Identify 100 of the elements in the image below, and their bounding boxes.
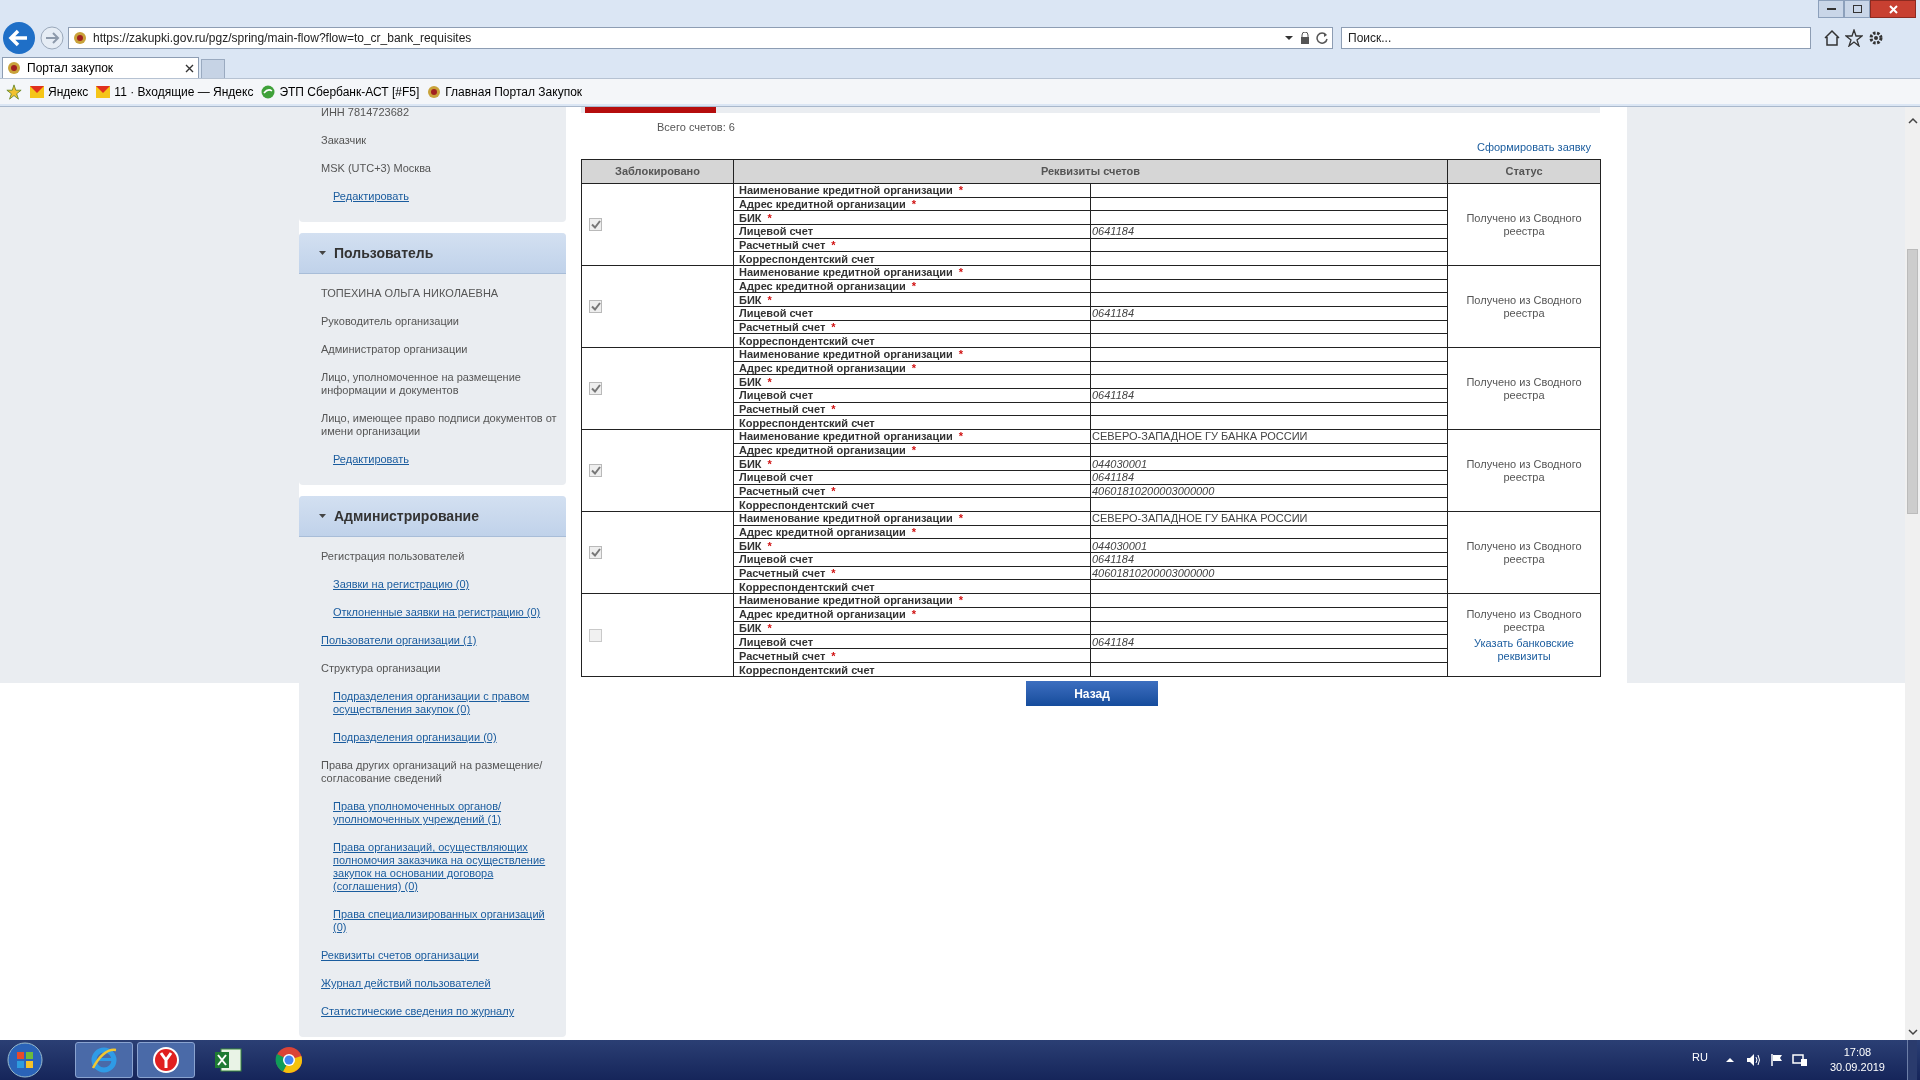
sidebar-link[interactable]: Реквизиты счетов организации — [321, 949, 479, 962]
emblem-icon — [427, 84, 442, 99]
favorites-star-icon[interactable] — [6, 83, 22, 100]
chrome-icon[interactable] — [275, 1046, 303, 1074]
field-label: Адрес кредитной организации — [739, 526, 906, 538]
sidebar-link[interactable]: Права организаций, осуществляющих полномочия заказчика на осуществление закупок на основании договора (соглашения) (0) — [333, 841, 560, 893]
sidebar-label: Лицо, имеющее право подписи документов от имени организации — [321, 412, 558, 438]
column-header: Реквизиты счетов — [734, 160, 1448, 183]
required-mark: * — [767, 539, 772, 552]
sidebar-link[interactable]: Права специализированных организаций (0) — [333, 908, 560, 934]
speaker-icon[interactable] — [1745, 1053, 1762, 1067]
field-label: Расчетный счет — [739, 403, 826, 415]
required-mark: * — [767, 622, 772, 635]
refresh-icon[interactable] — [1316, 32, 1328, 44]
scrollbar[interactable] — [1905, 107, 1920, 1040]
taskbar-ie-button[interactable] — [75, 1042, 133, 1078]
dropdown-icon[interactable] — [1284, 35, 1294, 41]
close-icon — [1888, 4, 1898, 14]
lock-icon[interactable] — [1300, 32, 1310, 44]
field-label: Лицевой счет — [739, 307, 814, 320]
globe-icon — [261, 84, 276, 99]
status-text: Получено из Сводного реестра — [1465, 457, 1583, 484]
field-label: Лицевой счет — [739, 225, 814, 238]
close-button[interactable] — [1870, 0, 1916, 18]
specify-requisites-link[interactable]: Указать банковские реквизиты — [1469, 636, 1579, 663]
field-label: Корреспондентский счет — [739, 252, 875, 265]
field-value: 044030001 — [1092, 539, 1148, 552]
required-mark: * — [767, 211, 772, 224]
field-label: Лицевой счет — [739, 471, 814, 484]
minimize-button[interactable] — [1818, 0, 1844, 18]
taskbar-browser-button[interactable] — [137, 1042, 195, 1078]
tray-expand-icon[interactable] — [1725, 1057, 1734, 1063]
home-icon[interactable] — [1823, 29, 1841, 47]
form-request-link[interactable]: Сформировать заявку — [1477, 138, 1591, 155]
field-label: Наименование кредитной организации — [739, 594, 953, 607]
scroll-thumb[interactable] — [1907, 249, 1918, 514]
caret-icon[interactable] — [319, 513, 326, 519]
field-label: Корреспондентский счет — [739, 663, 875, 676]
field-label: Расчетный счет — [739, 321, 826, 333]
required-mark: * — [958, 348, 963, 361]
address-bar[interactable]: https://zakupki.gov.ru/pgz/spring/main-flow?flow=to_cr_bank_requisites — [68, 27, 1333, 49]
required-mark: * — [911, 526, 916, 538]
sidebar-label: Регистрация пользователей — [321, 550, 465, 563]
close-icon[interactable] — [185, 63, 194, 73]
sidebar-link[interactable]: Отклоненные заявки на регистрацию (0) — [333, 606, 541, 619]
browser-tab[interactable]: Портал закупок — [2, 57, 199, 78]
flag-icon[interactable] — [1769, 1053, 1784, 1067]
back-icon[interactable] — [2, 21, 36, 55]
field-label: Наименование кредитной организации — [739, 348, 953, 361]
sidebar-link[interactable]: Подразделения организации с правом осуществления закупок (0) — [333, 690, 560, 716]
favorite-link[interactable]: Яндекс — [48, 82, 89, 101]
field-value: 40601810200003000000 — [1092, 485, 1215, 497]
clock[interactable]: 17:08 30.09.2019 — [1829, 1045, 1885, 1075]
sidebar-link[interactable]: Подразделения организации (0) — [333, 731, 497, 744]
restore-button[interactable] — [1844, 0, 1870, 18]
favorite-link[interactable]: ЭТП Сбербанк-АСТ [#F5] — [279, 82, 420, 101]
star-icon[interactable] — [1845, 29, 1863, 47]
search-field[interactable]: Поиск... — [1341, 27, 1811, 49]
field-label: Корреспондентский счет — [739, 416, 875, 429]
required-mark: * — [767, 457, 772, 470]
back-button[interactable]: Назад — [1026, 681, 1158, 706]
required-mark: * — [831, 567, 836, 579]
field-label: БИК — [739, 293, 762, 306]
sidebar-label: MSK (UTC+3) Москва — [321, 162, 431, 175]
emblem-icon — [73, 31, 87, 45]
status-text: Получено из Сводного реестра — [1465, 607, 1583, 634]
letter-y-icon — [152, 1046, 180, 1074]
sidebar-link[interactable]: Журнал действий пользователей — [321, 977, 491, 990]
mail-icon — [30, 85, 44, 98]
required-mark: * — [958, 594, 963, 607]
scroll-up-icon[interactable] — [1907, 117, 1918, 124]
field-label: Лицевой счет — [739, 635, 814, 648]
sidebar-link[interactable]: Заявки на регистрацию (0) — [333, 578, 470, 591]
network-icon[interactable] — [1791, 1053, 1808, 1067]
sidebar-link[interactable]: Права уполномоченных органов/ уполномоченных учреждений (1) — [333, 800, 560, 826]
field-label: БИК — [739, 539, 762, 552]
scroll-down-icon[interactable] — [1907, 1029, 1918, 1036]
settings-icon[interactable] — [1867, 29, 1885, 47]
favorite-link[interactable]: 11 · Входящие — Яндекс — [114, 82, 254, 101]
language-indicator[interactable]: RU — [1692, 1048, 1708, 1066]
sidebar-link[interactable]: Редактировать — [333, 453, 409, 466]
total-count: Всего счетов: 6 — [657, 120, 735, 135]
field-value: 0641184 — [1092, 225, 1134, 238]
sidebar-label: Администратор организации — [321, 343, 468, 356]
spreadsheet-icon[interactable] — [213, 1046, 243, 1074]
field-label: Наименование кредитной организации — [739, 430, 953, 443]
field-label: Наименование кредитной организации — [739, 184, 953, 197]
sidebar-link[interactable]: Статистические сведения по журналу — [321, 1005, 515, 1018]
required-mark: * — [911, 362, 916, 374]
required-mark: * — [958, 184, 963, 197]
section-header[interactable]: Администрирование — [299, 496, 566, 537]
field-label: Корреспондентский счет — [739, 580, 875, 593]
caret-icon[interactable] — [319, 250, 326, 256]
section-header[interactable]: Пользователь — [299, 233, 566, 274]
favorite-link[interactable]: Главная Портал Закупок — [445, 82, 583, 101]
required-mark: * — [831, 403, 836, 415]
sidebar-link[interactable]: Редактировать — [333, 190, 409, 203]
emblem-icon — [7, 61, 21, 75]
sidebar-link[interactable]: Пользователи организации (1) — [321, 634, 477, 647]
sidebar-label: Лицо, уполномоченное на размещение информации и документов — [321, 371, 522, 397]
